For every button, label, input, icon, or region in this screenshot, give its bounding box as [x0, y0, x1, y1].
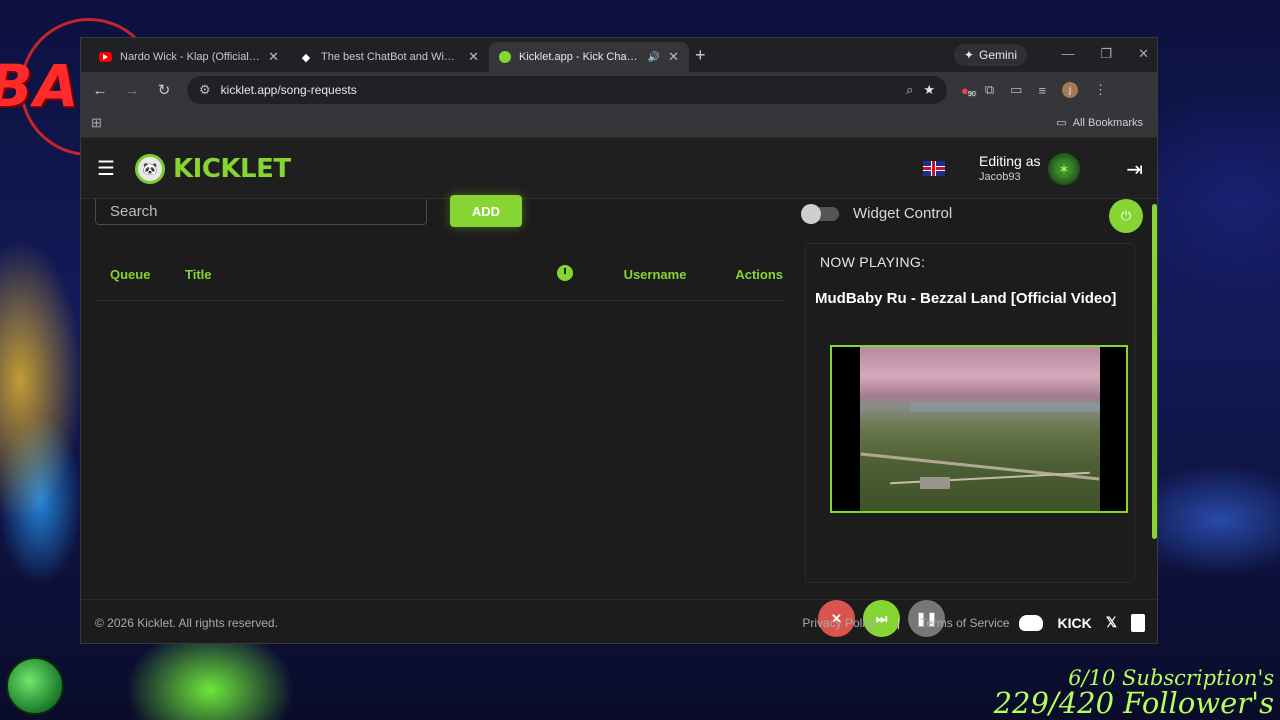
site-info-icon[interactable]: ⚙ [199, 82, 211, 98]
close-icon[interactable]: ✕ [668, 49, 679, 65]
folder-icon: ▭ [1056, 117, 1067, 129]
now-playing-title: MudBaby Ru - Bezzal Land [Official Video… [815, 290, 1117, 307]
queue-table-header: Queue Title Username Actions [95, 261, 783, 301]
hamburger-menu-icon[interactable]: ☰ [97, 156, 121, 181]
tab-chatbot[interactable]: ◆ The best ChatBot and Widgets ✕ [289, 42, 489, 72]
add-button[interactable]: ADD [450, 195, 522, 227]
kicklet-icon [499, 51, 511, 63]
social-links: KICK 𝕏 [1019, 613, 1145, 632]
tab-kicklet[interactable]: Kicklet.app - Kick Chatbot a 🔊 ✕ [489, 42, 689, 72]
widget-control-row: Widget Control [801, 203, 953, 224]
video-building [920, 477, 950, 489]
video-player[interactable] [830, 345, 1128, 513]
user-avatar[interactable]: ✶ [1048, 153, 1080, 185]
cast-icon[interactable]: ▭ [1010, 82, 1022, 98]
queue-table: Queue Title Username Actions [95, 261, 783, 301]
kicklet-page: ☰ 🐼 KICKLET Editing as Jacob93 ✶ ⇥ Searc… [81, 139, 1157, 643]
extension-badge-icon[interactable]: ● 90 [961, 83, 977, 98]
editing-as: Editing as Jacob93 [979, 153, 1040, 183]
zoom-icon[interactable]: ⌕ [906, 82, 913, 98]
tab-title: The best ChatBot and Widgets [321, 51, 461, 63]
speaker-icon[interactable]: 🔊 [648, 52, 660, 63]
reload-icon[interactable]: ↻ [155, 81, 173, 99]
terms-of-service-link[interactable]: Terms of Service [920, 616, 1009, 630]
tab-title: Nardo Wick - Klap (Official Vide [120, 51, 261, 63]
tab-title: Kicklet.app - Kick Chatbot a [519, 51, 640, 63]
video-lake [910, 402, 1100, 412]
bookmark-star-icon[interactable]: ★ [923, 82, 935, 98]
brand[interactable]: 🐼 KICKLET [135, 153, 291, 184]
document-icon[interactable] [1131, 613, 1145, 632]
logout-icon[interactable]: ⇥ [1126, 157, 1143, 182]
mascot-icon [6, 657, 64, 715]
footer-separator: | [897, 615, 901, 630]
extensions-icon[interactable]: ⧉ [985, 82, 994, 98]
kick-link[interactable]: KICK [1057, 615, 1091, 631]
app-header: ☰ 🐼 KICKLET Editing as Jacob93 ✶ ⇥ [81, 139, 1157, 199]
column-actions: Actions [735, 267, 783, 282]
window-controls: — ❐ ✕ [1061, 46, 1149, 62]
sparkle-icon: ✦ [963, 48, 974, 62]
follower-count: 229/420 Follower's [993, 686, 1274, 720]
menu-icon[interactable]: ⋮ [1094, 82, 1107, 98]
close-icon[interactable]: ✕ [468, 49, 479, 65]
video-frame [860, 347, 1100, 511]
editing-username: Jacob93 [979, 171, 1021, 183]
column-title[interactable]: Title [185, 267, 535, 282]
x-icon[interactable]: 𝕏 [1106, 614, 1117, 631]
uk-flag-icon[interactable] [923, 161, 945, 176]
youtube-icon [99, 52, 112, 62]
discord-icon[interactable] [1019, 614, 1044, 631]
forward-icon[interactable]: → [123, 82, 141, 99]
column-username[interactable]: Username [595, 267, 715, 282]
footer: © 2026 Kicklet. All rights reserved. Pri… [81, 599, 1157, 643]
bookmarks-bar: ⊞ ▭ All Bookmarks [81, 108, 1157, 138]
widget-control-label: Widget Control [853, 205, 953, 222]
gemini-button[interactable]: ✦ Gemini [953, 44, 1027, 66]
privacy-policy-link[interactable]: Privacy Policy [802, 616, 877, 630]
profile-avatar[interactable]: j [1062, 82, 1079, 98]
now-playing-label: NOW PLAYING: [820, 254, 926, 270]
player-pane: Widget Control ⏻ NOW PLAYING: MudBaby Ru… [801, 199, 1143, 637]
back-icon[interactable]: ← [91, 82, 109, 99]
now-playing-card: NOW PLAYING: MudBaby Ru - Bezzal Land [O… [805, 243, 1135, 637]
minimize-icon[interactable]: — [1061, 46, 1074, 62]
media-control-icon[interactable]: ≡ [1038, 83, 1046, 98]
new-tab-icon[interactable]: + [695, 45, 706, 66]
clock-icon [557, 265, 573, 281]
column-duration[interactable] [535, 265, 595, 284]
kicklet-logo-icon: 🐼 [135, 153, 165, 184]
video-road [860, 452, 1100, 481]
close-icon[interactable]: ✕ [268, 49, 279, 65]
browser-toolbar: ← → ↻ ⚙ kicklet.app/song-requests ⌕ ★ ● 9… [81, 72, 1157, 108]
close-window-icon[interactable]: ✕ [1138, 46, 1149, 62]
widget-control-toggle[interactable] [801, 203, 839, 224]
url-text: kicklet.app/song-requests [220, 83, 357, 97]
power-button[interactable]: ⏻ [1109, 199, 1143, 233]
search-input[interactable]: Search [95, 199, 427, 225]
restore-icon[interactable]: ❐ [1100, 46, 1112, 62]
page-scrollbar[interactable] [1152, 204, 1157, 539]
browser-window: Nardo Wick - Klap (Official Vide ✕ ◆ The… [80, 37, 1158, 644]
extension-badge-count: 90 [967, 90, 977, 98]
tab-youtube[interactable]: Nardo Wick - Klap (Official Vide ✕ [89, 42, 289, 72]
diamond-icon: ◆ [301, 51, 311, 64]
stream-stats: 6/10 Subscription's 229/420 Follower's [994, 668, 1274, 718]
apps-icon[interactable]: ⊞ [91, 115, 102, 131]
footer-links: Privacy Policy | Terms of Service [802, 616, 1009, 630]
address-bar[interactable]: ⚙ kicklet.app/song-requests ⌕ ★ [187, 76, 947, 104]
copyright: © 2026 Kicklet. All rights reserved. [95, 615, 278, 630]
column-queue[interactable]: Queue [95, 267, 185, 282]
all-bookmarks-link[interactable]: All Bookmarks [1073, 117, 1143, 129]
queue-pane: Search ADD Queue Title Username Actions [81, 195, 791, 599]
tab-strip: Nardo Wick - Klap (Official Vide ✕ ◆ The… [81, 38, 1157, 72]
toolbar-icons: ● 90 ⧉ ▭ ≡ j ⋮ [961, 82, 1107, 98]
editing-label: Editing as [979, 153, 1041, 169]
gemini-label: Gemini [978, 48, 1017, 62]
brand-name: KICKLET [173, 153, 291, 184]
